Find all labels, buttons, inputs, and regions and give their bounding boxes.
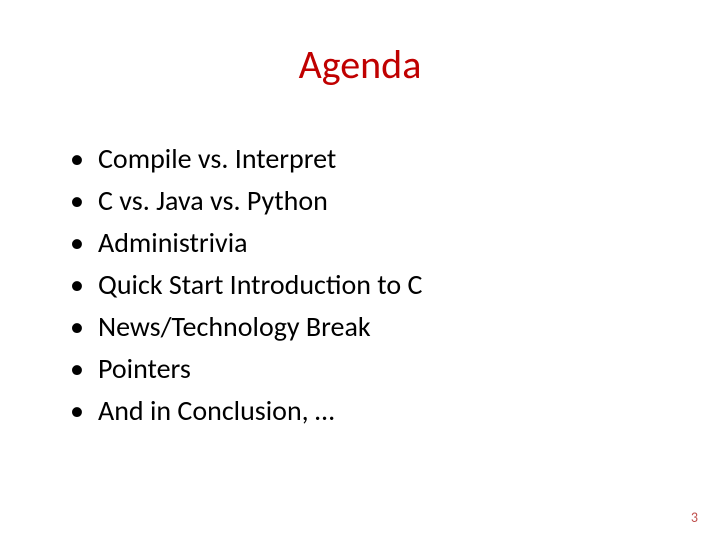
slide: Agenda • Compile vs. Interpret • C vs. J…	[0, 0, 720, 540]
list-item-text: Compile vs. Interpret	[98, 140, 336, 178]
list-item: • And in Conclusion, …	[70, 392, 660, 430]
list-item-text: Pointers	[98, 350, 191, 388]
list-item: • Pointers	[70, 350, 660, 388]
slide-title: Agenda	[0, 40, 720, 89]
list-item: • Compile vs. Interpret	[70, 140, 660, 178]
list-item-text: And in Conclusion, …	[98, 392, 334, 430]
list-item: • Quick Start Introduction to C	[70, 266, 660, 304]
list-item: • News/Technology Break	[70, 308, 660, 346]
list-item: • C vs. Java vs. Python	[70, 182, 660, 220]
bullet-marker: •	[70, 308, 98, 346]
bullet-marker: •	[70, 140, 98, 178]
list-item-text: C vs. Java vs. Python	[98, 182, 328, 220]
page-number: 3	[691, 509, 698, 526]
list-item: • Administrivia	[70, 224, 660, 262]
bullet-list: • Compile vs. Interpret • C vs. Java vs.…	[70, 140, 660, 434]
list-item-text: Quick Start Introduction to C	[98, 266, 422, 304]
bullet-marker: •	[70, 392, 98, 430]
list-item-text: News/Technology Break	[98, 308, 371, 346]
bullet-marker: •	[70, 182, 98, 220]
bullet-marker: •	[70, 350, 98, 388]
bullet-marker: •	[70, 224, 98, 262]
bullet-marker: •	[70, 266, 98, 304]
list-item-text: Administrivia	[98, 224, 248, 262]
